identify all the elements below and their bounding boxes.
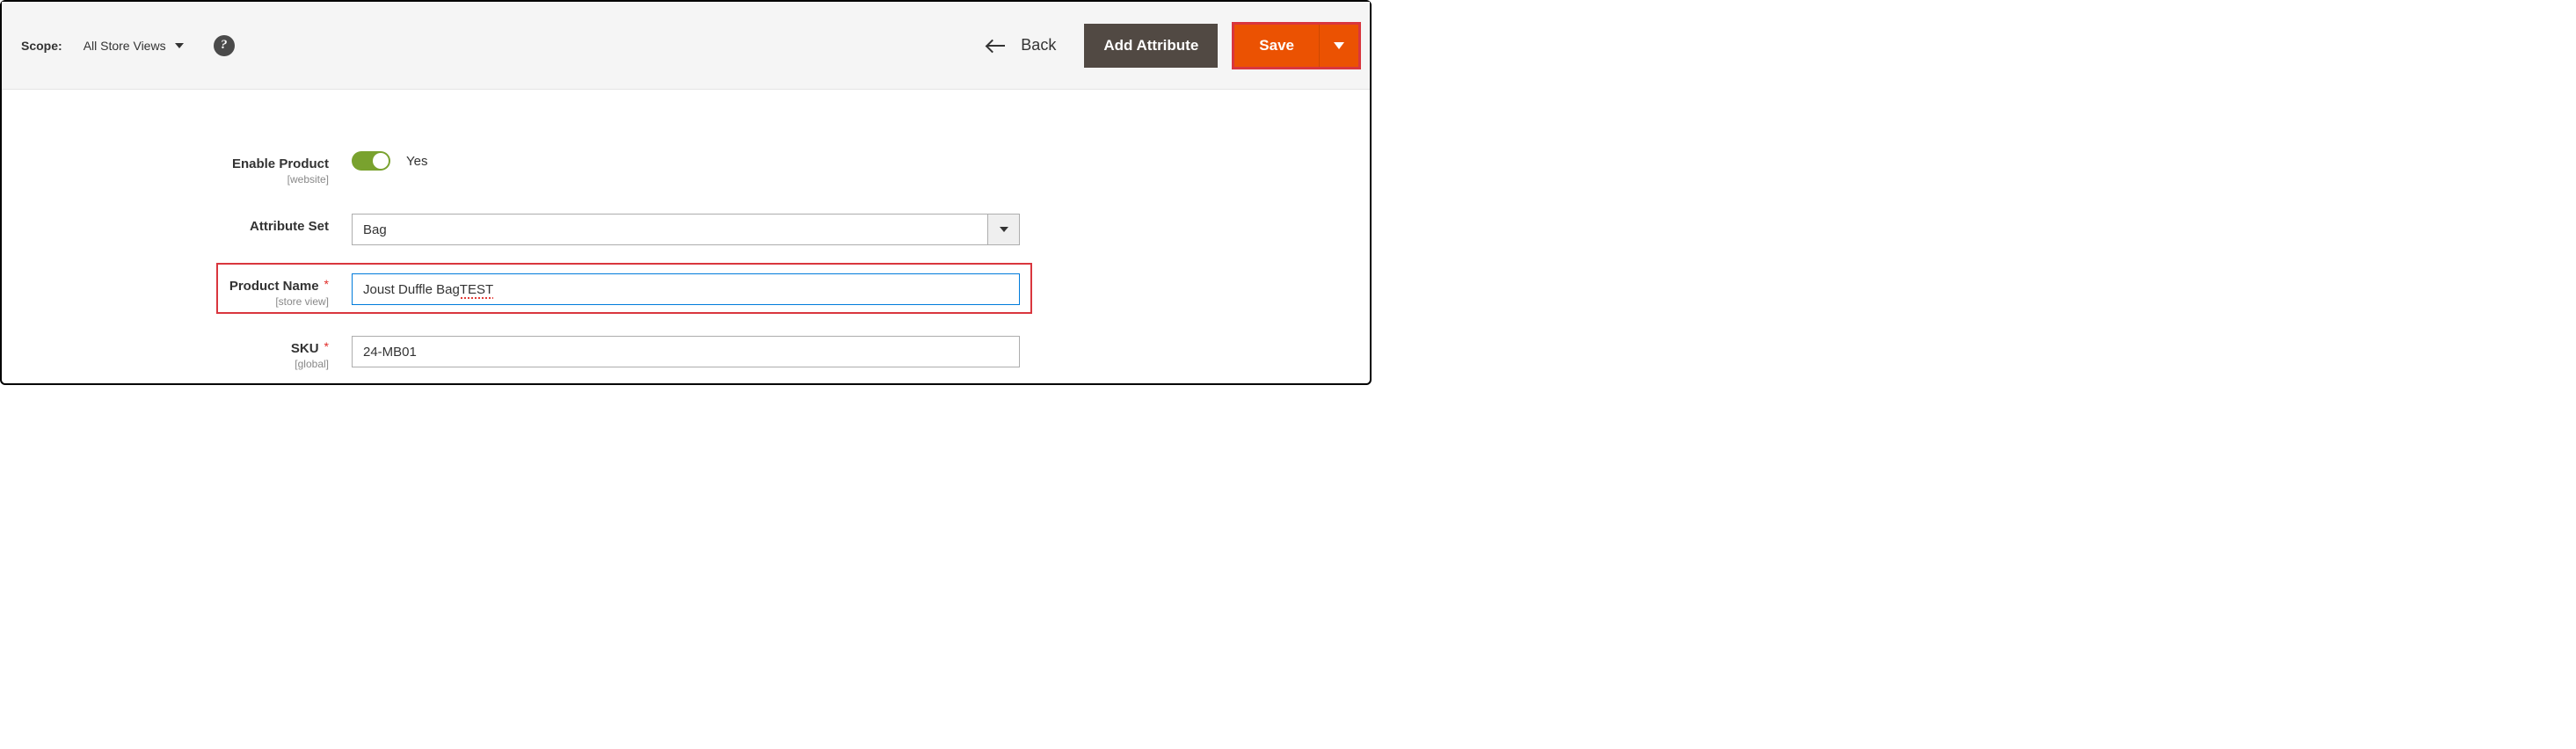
save-button-group: Save [1232, 22, 1361, 69]
toggle-knob [373, 153, 389, 169]
attribute-set-label: Attribute Set [2, 219, 329, 234]
sku-label: SKU [291, 341, 319, 356]
required-indicator: * [324, 277, 329, 291]
enable-product-scope: [website] [2, 173, 329, 185]
add-attribute-button[interactable]: Add Attribute [1084, 24, 1218, 68]
save-button[interactable]: Save [1234, 25, 1319, 67]
caret-down-icon [1000, 227, 1008, 232]
product-name-value-suffix: TEST [460, 282, 493, 297]
page-header: Scope: All Store Views ? Back Add Attrib… [2, 2, 1370, 90]
enable-product-value-label: Yes [406, 154, 427, 169]
row-attribute-set: Attribute Set Bag [2, 214, 1370, 245]
sku-input[interactable] [352, 336, 1020, 367]
arrow-left-icon [987, 39, 1007, 53]
scope-dropdown[interactable]: All Store Views [84, 39, 184, 53]
attribute-set-value: Bag [353, 215, 987, 244]
required-indicator: * [324, 339, 329, 353]
enable-product-label: Enable Product [2, 156, 329, 171]
product-form: Enable Product [website] Yes Attribute S… [2, 90, 1370, 370]
scope-value: All Store Views [84, 39, 166, 53]
product-name-value-prefix: Joust Duffle Bag [363, 282, 460, 297]
product-name-scope: [store view] [2, 295, 329, 308]
back-label: Back [1021, 36, 1056, 55]
caret-down-icon [175, 43, 184, 48]
help-icon[interactable]: ? [214, 35, 235, 56]
enable-product-toggle[interactable] [352, 151, 390, 171]
back-link[interactable]: Back [987, 36, 1056, 55]
row-sku: SKU * [global] [2, 336, 1370, 370]
sku-scope: [global] [2, 358, 329, 370]
product-name-label: Product Name [229, 279, 319, 294]
save-dropdown-button[interactable] [1319, 25, 1358, 67]
scope-label: Scope: [21, 39, 62, 53]
attribute-set-select[interactable]: Bag [352, 214, 1020, 245]
select-dropdown-button[interactable] [987, 215, 1019, 244]
product-name-input[interactable]: Joust Duffle Bag TEST [352, 273, 1020, 305]
row-product-name: Product Name * [store view] Joust Duffle … [2, 273, 1370, 308]
row-enable-product: Enable Product [website] Yes [2, 151, 1370, 185]
caret-down-icon [1334, 42, 1344, 49]
spellcheck-squiggle-icon [460, 297, 493, 300]
